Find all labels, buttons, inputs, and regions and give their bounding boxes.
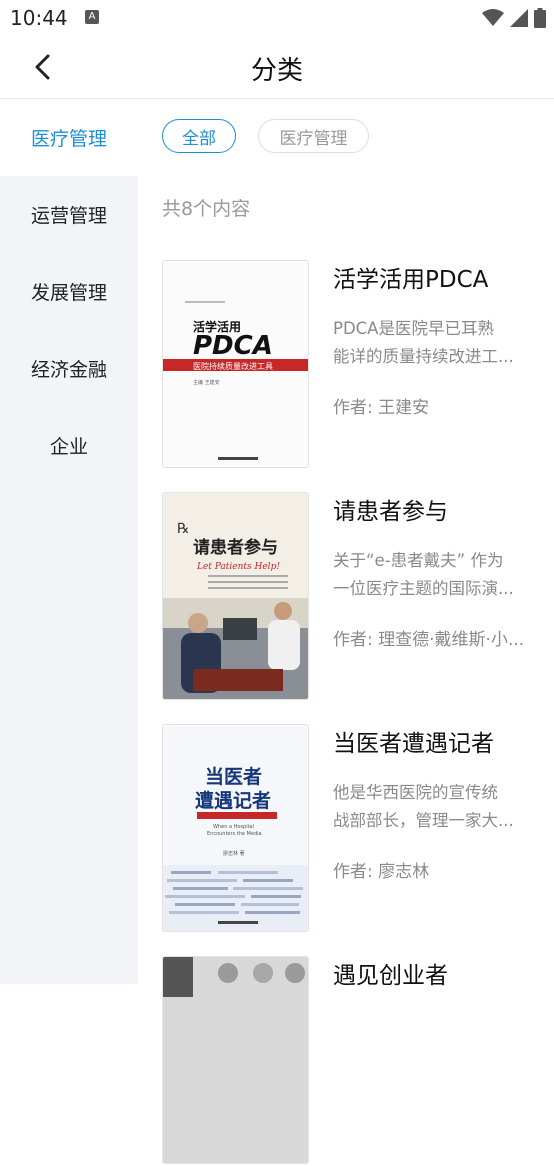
book-description: PDCA是医院早已耳熟 能详的质量持续改进工... bbox=[333, 319, 514, 366]
cover-en-title: Let Patients Help! bbox=[196, 562, 280, 572]
book-cover: 当医者 遭遇记者 When a Hospital Encounters the … bbox=[162, 724, 309, 932]
book-item[interactable]: ℞ 请患者参与 Let Patients Help! 请患者参与 关于“e-患者… bbox=[162, 492, 554, 702]
status-bar: 10:44 A bbox=[0, 0, 554, 36]
book-author: 作者: 王建安 bbox=[333, 398, 430, 418]
category-sidebar: 医疗管理 运营管理 发展管理 经济金融 企业 bbox=[0, 99, 138, 984]
cover-rx-symbol: ℞ bbox=[177, 521, 190, 537]
status-icons bbox=[482, 8, 546, 28]
sidebar-item-economy-finance[interactable]: 经济金融 bbox=[0, 330, 138, 407]
book-description: 关于“e-患者戴夫” 作为 一位医疗主题的国际演... bbox=[333, 551, 514, 598]
filter-chip-medical-management[interactable]: 医疗管理 bbox=[258, 119, 369, 153]
book-title: 当医者遭遇记者 bbox=[333, 731, 494, 757]
book-cover: ℞ 请患者参与 Let Patients Help! bbox=[162, 492, 309, 700]
book-item[interactable]: 活学活用 PDCA 医院持续质量改进工具 主编 王建安 活学活用PDCA PDC… bbox=[162, 260, 554, 470]
sidebar-item-operations-management[interactable]: 运营管理 bbox=[0, 176, 138, 253]
signal-icon bbox=[510, 9, 528, 27]
book-title: 遇见创业者 bbox=[333, 963, 448, 989]
wifi-icon bbox=[482, 9, 504, 26]
status-time: 10:44 bbox=[10, 6, 68, 30]
battery-icon bbox=[534, 8, 546, 28]
notification-icon: A bbox=[85, 10, 99, 24]
filter-chip-all[interactable]: 全部 bbox=[162, 119, 236, 153]
cover-author: 廖志林 著 bbox=[223, 850, 245, 857]
page-title: 分类 bbox=[250, 56, 303, 86]
cover-editor: 主编 王建安 bbox=[193, 379, 220, 386]
nav-bar: 分类 bbox=[0, 36, 554, 99]
cover-en-title-line-1: When a Hospital bbox=[213, 824, 254, 830]
cover-title: 请患者参与 bbox=[193, 537, 278, 558]
sidebar-item-development-management[interactable]: 发展管理 bbox=[0, 253, 138, 330]
book-cover bbox=[162, 956, 309, 1164]
sidebar-item-medical-management[interactable]: 医疗管理 bbox=[0, 99, 138, 176]
cover-en-title-line-2: Encounters the Media bbox=[207, 831, 262, 837]
book-item[interactable]: 当医者 遭遇记者 When a Hospital Encounters the … bbox=[162, 724, 554, 934]
book-description: 他是华西医院的宣传统 战部部长，管理一家大... bbox=[333, 783, 514, 830]
cover-title-line-1: 当医者 bbox=[205, 765, 262, 788]
sidebar-item-enterprise[interactable]: 企业 bbox=[0, 407, 138, 484]
cover-subtitle: 医院持续质量改进工具 bbox=[193, 361, 273, 371]
book-cover: 活学活用 PDCA 医院持续质量改进工具 主编 王建安 bbox=[162, 260, 309, 468]
book-title: 请患者参与 bbox=[333, 499, 448, 525]
book-title: 活学活用PDCA bbox=[333, 267, 489, 293]
content-count: 共8个内容 bbox=[162, 198, 251, 220]
book-author: 作者: 理查德·戴维斯·小... bbox=[333, 630, 525, 650]
cover-title-line-2: 遭遇记者 bbox=[195, 790, 271, 812]
book-item[interactable]: 遇见创业者 bbox=[162, 956, 554, 1166]
book-author: 作者: 廖志林 bbox=[333, 862, 430, 882]
cover-big-title: PDCA bbox=[193, 331, 273, 361]
